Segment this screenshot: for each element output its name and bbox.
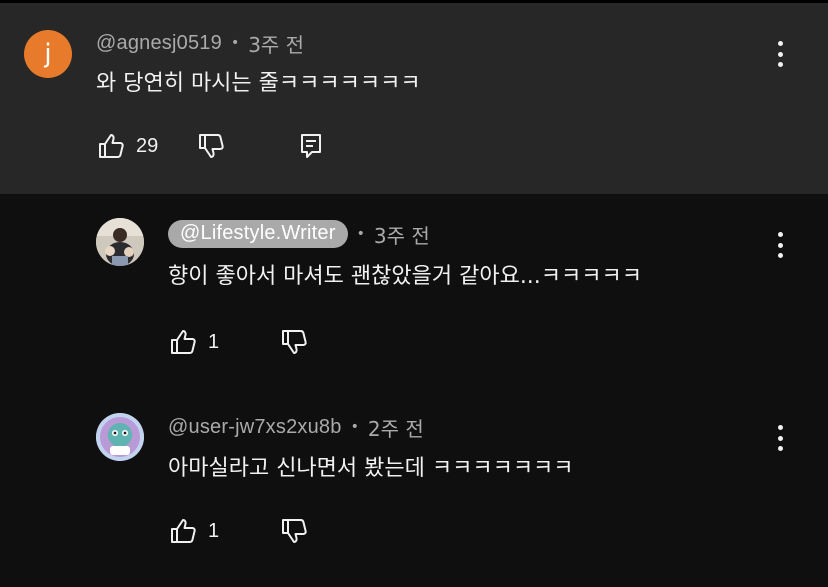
comment-thread-top: j @agnesj0519 • 3주 전 와 당연히 마시는 줄ㅋㅋㅋㅋㅋㅋㅋ … (0, 3, 828, 194)
comment-text: 아마실라고 신나면서 봤는데 ㅋㅋㅋㅋㅋㅋㅋ (168, 456, 574, 481)
comment-author: @Lifestyle.Writer (180, 222, 336, 244)
comment-meta: @Lifestyle.Writer • 3주 전 (168, 219, 430, 249)
comment-meta: @agnesj0519 • 3주 전 (96, 28, 304, 58)
reply-comment: @Lifestyle.Writer • 3주 전 향이 좋아서 마셔도 괜찮았을… (0, 194, 828, 387)
thumbs-up-icon[interactable] (168, 327, 198, 357)
thumbs-down-icon[interactable] (279, 327, 309, 357)
thumbs-up-icon[interactable] (168, 516, 198, 546)
thumbs-down-icon[interactable] (196, 131, 226, 161)
comment-author[interactable]: @user-jw7xs2xu8b (168, 416, 342, 439)
comment-actions: 1 (168, 516, 309, 546)
avatar[interactable] (96, 218, 144, 266)
more-vert-icon[interactable] (775, 425, 785, 451)
comment-time[interactable]: 2주 전 (368, 413, 424, 442)
comment-actions: 1 (168, 327, 309, 357)
like-count: 1 (208, 330, 220, 353)
more-vert-icon[interactable] (775, 232, 785, 258)
comment-time[interactable]: 3주 전 (248, 29, 304, 58)
comment-time[interactable]: 3주 전 (374, 220, 430, 249)
comment-author[interactable]: @agnesj0519 (96, 32, 222, 55)
comment-text: 향이 좋아서 마셔도 괜찮았을거 같아요...ㅋㅋㅋㅋㅋ (168, 264, 642, 289)
comment-meta: @user-jw7xs2xu8b • 2주 전 (168, 412, 424, 442)
comment-actions: 29 (96, 131, 324, 161)
like-count: 29 (136, 134, 159, 157)
reply-comment: @user-jw7xs2xu8b • 2주 전 아마실라고 신나면서 봤는데 ㅋ… (0, 387, 828, 587)
avatar[interactable]: j (24, 30, 72, 78)
thumbs-up-icon[interactable] (96, 131, 126, 161)
separator-dot: • (350, 419, 359, 435)
avatar-letter: j (44, 39, 52, 69)
separator-dot: • (230, 35, 240, 51)
more-vert-icon[interactable] (775, 41, 785, 67)
reply-icon[interactable] (298, 132, 324, 160)
comment-author-chip[interactable]: @Lifestyle.Writer (168, 220, 348, 248)
like-count: 1 (208, 519, 220, 542)
thumbs-down-icon[interactable] (279, 516, 309, 546)
comment-text: 와 당연히 마시는 줄ㅋㅋㅋㅋㅋㅋㅋ (96, 71, 421, 96)
separator-dot: • (356, 226, 365, 242)
avatar[interactable] (96, 413, 144, 461)
